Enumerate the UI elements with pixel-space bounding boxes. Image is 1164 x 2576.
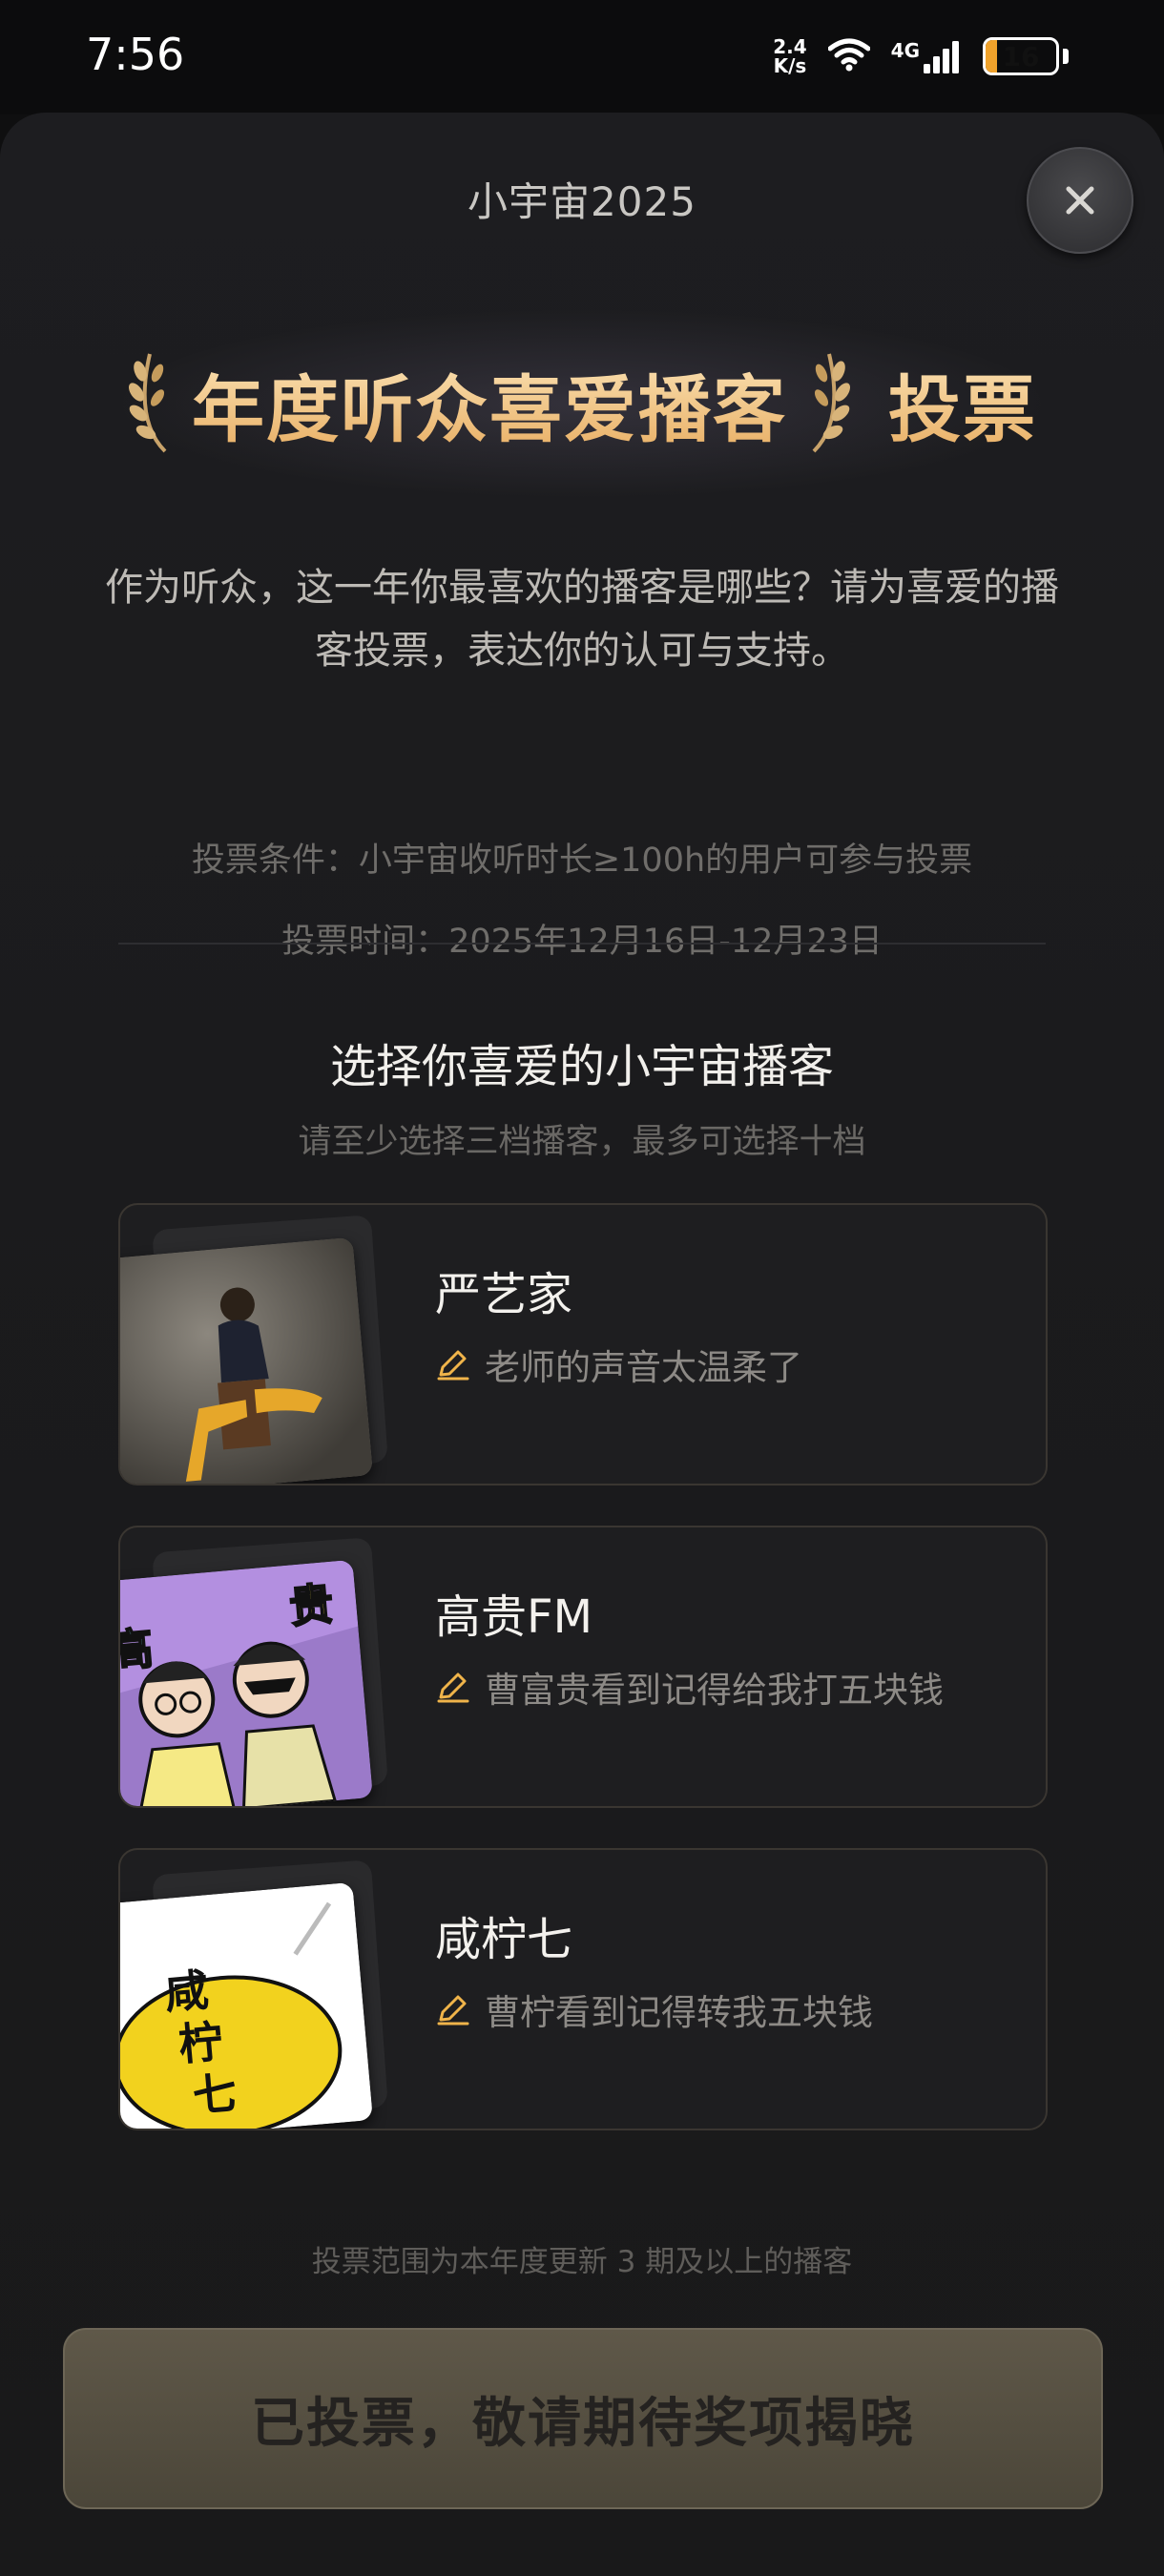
battery-level: 16 xyxy=(1002,40,1040,73)
section-title: 选择你喜爱的小宇宙播客 xyxy=(329,1040,834,1093)
podcast-comment-text: 曹富贵看到记得给我打五块钱 xyxy=(485,1670,944,1711)
cellular-signal-icon: 4G xyxy=(891,39,962,73)
hero-title: 年度听众喜爱播客 xyxy=(192,351,787,456)
laurel-left-icon xyxy=(127,344,175,463)
pencil-icon xyxy=(437,1672,469,1703)
cover-lettering: 贵 xyxy=(287,1578,336,1633)
podcast-name: 咸柠七 xyxy=(435,1913,573,1966)
section-subtitle: 请至少选择三档播客，最多可选择十档 xyxy=(298,1123,866,1161)
intro-text: 作为听众，这一年你最喜欢的播客是哪些？请为喜爱的播客投票，表达你的认可与支持。 xyxy=(105,566,1059,673)
vote-time: 投票时间：2025年12月16日-12月23日 xyxy=(281,923,883,961)
vote-condition: 投票条件：小宇宙收听时长≥100h的用户可参与投票 xyxy=(191,841,973,880)
podcast-comment-text: 曹柠看到记得转我五块钱 xyxy=(485,1992,873,2033)
wifi-icon xyxy=(827,37,871,75)
podcast-card[interactable]: 严艺家 老师的声音太温柔了 xyxy=(118,1203,1048,1485)
close-icon xyxy=(1066,186,1094,215)
status-time: 7:56 xyxy=(86,29,185,80)
status-bar: 7:56 2.4 K/s 4G 16 xyxy=(0,0,1164,114)
network-speed: 2.4 K/s xyxy=(773,37,806,75)
network-speed-unit: K/s xyxy=(773,54,807,77)
divider xyxy=(118,943,1046,945)
battery-icon: 16 xyxy=(983,37,1059,75)
podcast-card[interactable]: 贵 高 高贵FM 曹富贵看到记得给我打五块钱 xyxy=(118,1526,1048,1808)
podcast-comment: 曹富贵看到记得给我打五块钱 xyxy=(435,1661,944,1713)
podcast-cover-image: 咸 柠 七 xyxy=(120,1881,373,2129)
footer-note: 投票范围为本年度更新 3 期及以上的播客 xyxy=(311,2245,853,2279)
podcast-name: 严艺家 xyxy=(435,1268,573,1321)
cover-lettering: 高 xyxy=(118,1622,156,1677)
voted-button-label: 已投票，敬请期待奖项揭晓 xyxy=(251,2392,915,2455)
close-button[interactable] xyxy=(1027,147,1133,254)
podcast-cover-image: 贵 高 xyxy=(118,1559,373,1806)
podcast-name: 高贵FM xyxy=(435,1590,593,1644)
network-speed-value: 2.4 xyxy=(773,35,807,58)
cover-lettering: 七 xyxy=(191,2067,239,2122)
network-type: 4G xyxy=(890,39,920,62)
cover-lettering: 柠 xyxy=(177,2015,225,2070)
pencil-icon xyxy=(437,1350,469,1381)
hero-vote-label: 投票 xyxy=(888,351,1037,456)
podcast-comment: 老师的声音太温柔了 xyxy=(435,1339,802,1390)
battery-cap xyxy=(1063,49,1069,64)
podcast-comment: 曹柠看到记得转我五块钱 xyxy=(435,1984,873,2035)
podcast-card[interactable]: 咸 柠 七 咸柠七 曹柠看到记得转我五块钱 xyxy=(118,1848,1048,2130)
status-icons: 2.4 K/s 4G 16 xyxy=(773,32,1069,80)
laurel-right-icon xyxy=(804,344,852,463)
sheet-title: 小宇宙2025 xyxy=(468,178,696,225)
cover-lettering: 咸 xyxy=(162,1963,211,2019)
podcast-comment-text: 老师的声音太温柔了 xyxy=(485,1347,802,1388)
vote-sheet: 小宇宙2025 年度听众喜爱播客 投票 作为听众，这一年你最喜欢的播客是哪些？请… xyxy=(0,113,1164,2576)
battery-fill xyxy=(986,40,997,73)
voted-button[interactable]: 已投票，敬请期待奖项揭晓 xyxy=(63,2328,1103,2509)
pencil-icon xyxy=(437,1995,469,2025)
hero-banner: 年度听众喜爱播客 投票 xyxy=(0,342,1164,466)
podcast-cover-image xyxy=(120,1236,373,1484)
